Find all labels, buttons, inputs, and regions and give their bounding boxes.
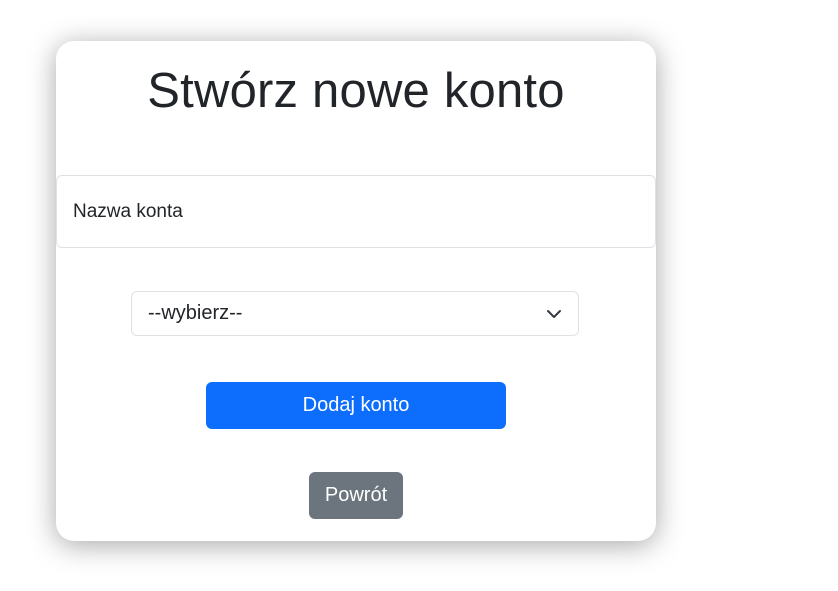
account-type-selected-value: --wybierz-- [148, 302, 243, 324]
account-name-input[interactable] [57, 176, 655, 247]
chevron-down-icon [546, 306, 562, 322]
create-account-card: Stwórz nowe konto --wybierz-- Dodaj kont… [56, 41, 656, 541]
add-account-button[interactable]: Dodaj konto [206, 382, 506, 429]
page-title: Stwórz nowe konto [147, 64, 565, 118]
account-type-select[interactable]: --wybierz-- [131, 291, 579, 336]
account-name-field[interactable] [56, 175, 656, 248]
back-button[interactable]: Powrót [309, 472, 403, 519]
